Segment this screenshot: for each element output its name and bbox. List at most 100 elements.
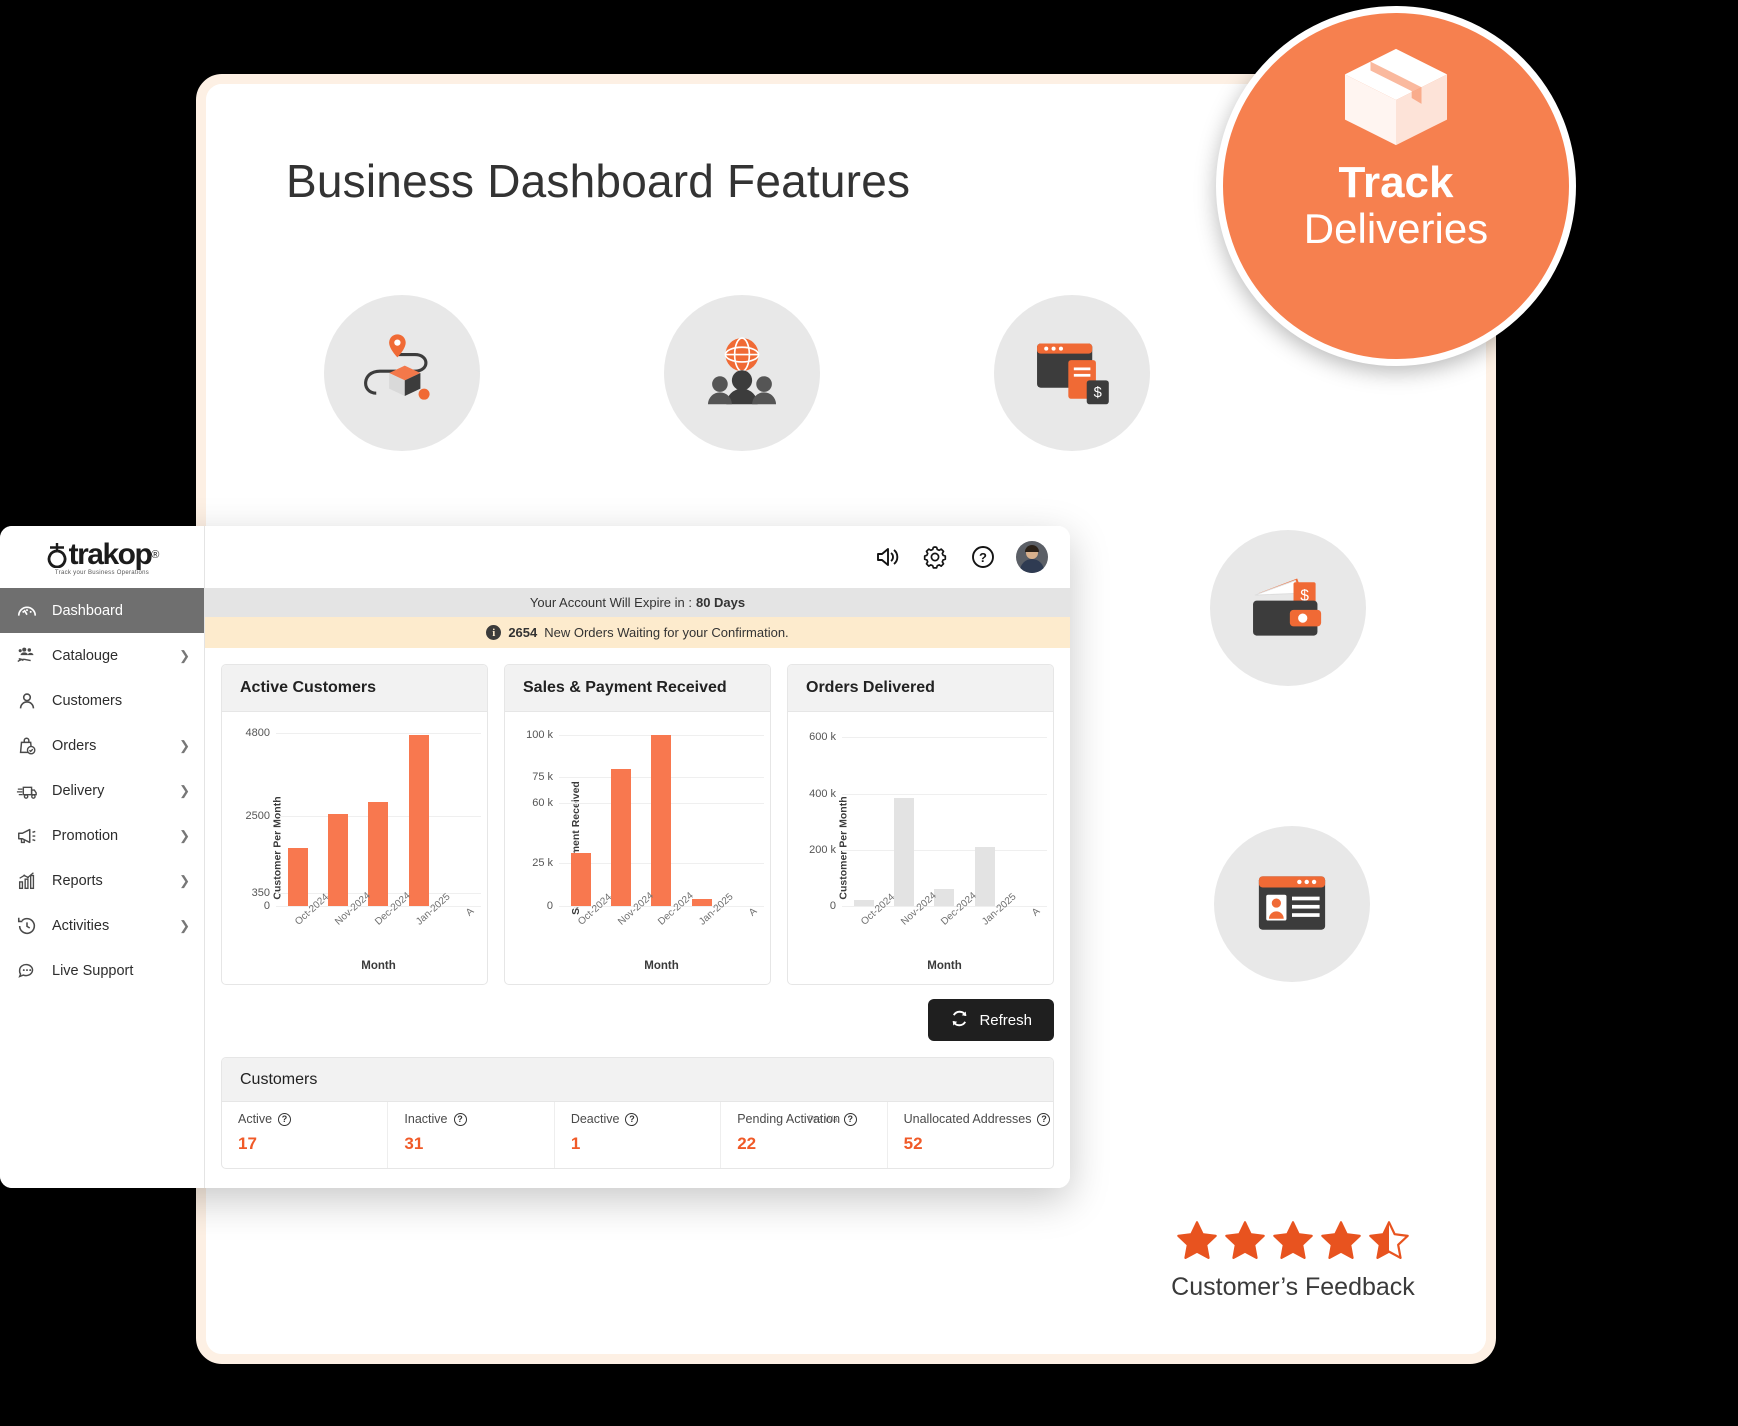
clock-history-icon (14, 913, 40, 939)
chart-y-tick: 400 k (809, 787, 836, 800)
new-orders-count: 2654 (508, 625, 538, 640)
feature-icon-wallet-payment: $ (1210, 530, 1366, 686)
customer-stat-label: Deactive (570, 1112, 620, 1126)
chart-y-tick: 0 (546, 900, 553, 912)
customer-stat-value: 31 (404, 1134, 424, 1153)
help-question-icon[interactable]: ? (625, 1112, 639, 1126)
customer-stat-label-row: Deactive? (571, 1112, 704, 1126)
customer-stat-label-row: Inactive? (404, 1112, 537, 1126)
help-question-icon[interactable]: ? (278, 1112, 292, 1126)
sidebar-item-label: Customers (52, 692, 123, 709)
chart-x-tick: A (746, 906, 760, 919)
chart-x-tick: Nov-2024 (333, 890, 374, 928)
logo-text: trakop (68, 538, 153, 571)
help-question-icon[interactable]: ? (843, 1112, 857, 1126)
chevron-right-icon: ❯ (179, 872, 190, 888)
help-question-icon[interactable]: ? (1037, 1112, 1051, 1126)
chart-x-tick: Jan-2025 (413, 891, 453, 928)
chart-x-tick: Dec-2024 (373, 890, 414, 928)
sidebar-item-catalouge[interactable]: Catalouge ❯ (0, 633, 204, 678)
feature-icon-route-package (324, 295, 480, 451)
chart-plot-area: Customer Per Month 600 k 400 k 200 k 0 Oct-20… (788, 712, 1053, 984)
user-avatar[interactable] (1016, 541, 1048, 573)
customers-panel-title: Customers (222, 1058, 1053, 1102)
chart-plot: 100 k 75 k 60 k 25 k 0 (526, 726, 764, 912)
sidebar-item-promotion[interactable]: Promotion ❯ (0, 813, 204, 858)
new-orders-text: New Orders Waiting for your Confirmation… (544, 625, 789, 640)
chart-bar (288, 848, 309, 906)
chart-x-ticks: Oct-2024 Nov-2024 Dec-2024 Jan-2025 A (559, 890, 764, 942)
account-expiry-banner: Your Account Will Expire in : 80 Days (205, 588, 1070, 617)
customer-feedback: Customer’s Feedback (1128, 1219, 1458, 1302)
chevron-right-icon: ❯ (179, 917, 190, 933)
chart-x-tick: Jan-2025 (979, 891, 1019, 928)
gear-settings-icon[interactable] (920, 542, 950, 572)
customer-stat-cell: Unallocated Addresses? 52 (888, 1102, 1053, 1168)
new-orders-banner: i 2654 New Orders Waiting for your Confi… (205, 617, 1070, 648)
chart-y-tick: 100 k (526, 728, 553, 741)
truck-icon (14, 778, 40, 804)
chart-x-tick: Dec-2024 (656, 890, 697, 928)
customer-stat-value: 52 (903, 1134, 923, 1153)
sidebar-item-reports[interactable]: Reports ❯ (0, 858, 204, 903)
sidebar-item-delivery[interactable]: Delivery ❯ (0, 768, 204, 813)
sidebar-item-activities[interactable]: Activities ❯ (0, 903, 204, 948)
customer-stat-label: Active (238, 1112, 273, 1126)
help-question-icon[interactable]: ? (453, 1112, 467, 1126)
sidebar-item-label: Orders (52, 737, 97, 754)
chart-plot: 4800 2500 350 0 (246, 726, 481, 912)
sidebar-item-live-support[interactable]: Live Support (0, 948, 204, 993)
sidebar-item-label: Dashboard (52, 602, 123, 619)
bar-chart-icon (14, 868, 40, 894)
chart-y-tick: 75 k (532, 771, 553, 784)
customer-stat-cell: Deactive? 1 (555, 1102, 722, 1168)
chart-y-tick: 0 (829, 900, 836, 912)
track-deliveries-badge: Track Deliveries (1216, 6, 1576, 366)
chart-y-tick: 60 k (532, 797, 553, 810)
feature-icon-browser-profile (1214, 826, 1370, 982)
chart-bar (328, 814, 349, 906)
svg-text:?: ? (979, 550, 987, 565)
refresh-icon (950, 1009, 969, 1032)
chart-x-tick: Jan-2025 (696, 891, 736, 928)
chart-bar (611, 768, 632, 906)
chart-x-tick: Oct-2024 (859, 891, 898, 928)
dashboard-main: ? Your Account Will Expire in : 80 Days … (205, 526, 1070, 1188)
chart-x-axis-label: Month (361, 960, 396, 972)
customer-stat-label: Inactive (404, 1112, 448, 1126)
chart-bar (368, 801, 389, 906)
trakop-logo-icon (47, 543, 66, 568)
customer-stat-cell: Pending Activation Pre Wa? 22 (721, 1102, 888, 1168)
star-rating (1128, 1219, 1458, 1263)
chart-bars (842, 726, 1047, 906)
chart-bars (276, 726, 481, 906)
megaphone-icon (14, 823, 40, 849)
sidebar-item-orders[interactable]: Orders ❯ (0, 723, 204, 768)
help-question-icon[interactable]: ? (968, 542, 998, 572)
logo-tagline: Track your Business Operations (54, 570, 150, 576)
sidebar-item-label: Live Support (52, 962, 134, 979)
chart-x-ticks: Oct-2024 Nov-2024 Dec-2024 Jan-2025 A (276, 890, 481, 942)
speaker-announce-icon[interactable] (872, 542, 902, 572)
chevron-right-icon: ❯ (179, 737, 190, 753)
refresh-row: Refresh (205, 985, 1070, 1041)
chart-x-tick: A (1029, 906, 1043, 919)
chart-title: Sales & Payment Received (505, 665, 770, 712)
logo-registered: ® (151, 549, 160, 561)
refresh-button[interactable]: Refresh (928, 999, 1054, 1041)
chart-x-tick: Nov-2024 (899, 890, 940, 928)
chart-bar (651, 734, 672, 906)
sidebar-item-label: Catalouge (52, 647, 119, 664)
person-icon (14, 688, 40, 714)
dashboard-topbar: ? (205, 526, 1070, 588)
chart-plot-area: Sales & Payment Received 100 k 75 k 60 k 25 … (505, 712, 770, 984)
app-logo[interactable]: trakop ® Track your Business Operations (0, 526, 204, 588)
star-half-icon (1369, 1221, 1409, 1259)
customer-stat-value: 22 (737, 1134, 757, 1153)
chart-y-tick: 4800 (245, 727, 270, 740)
sidebar-item-dashboard[interactable]: Dashboard (0, 588, 204, 633)
chevron-right-icon: ❯ (179, 782, 190, 798)
chart-card: Sales & Payment Received Sales & Payment … (504, 664, 771, 985)
page-title: Business Dashboard Features (286, 155, 911, 207)
sidebar-item-customers[interactable]: Customers (0, 678, 204, 723)
